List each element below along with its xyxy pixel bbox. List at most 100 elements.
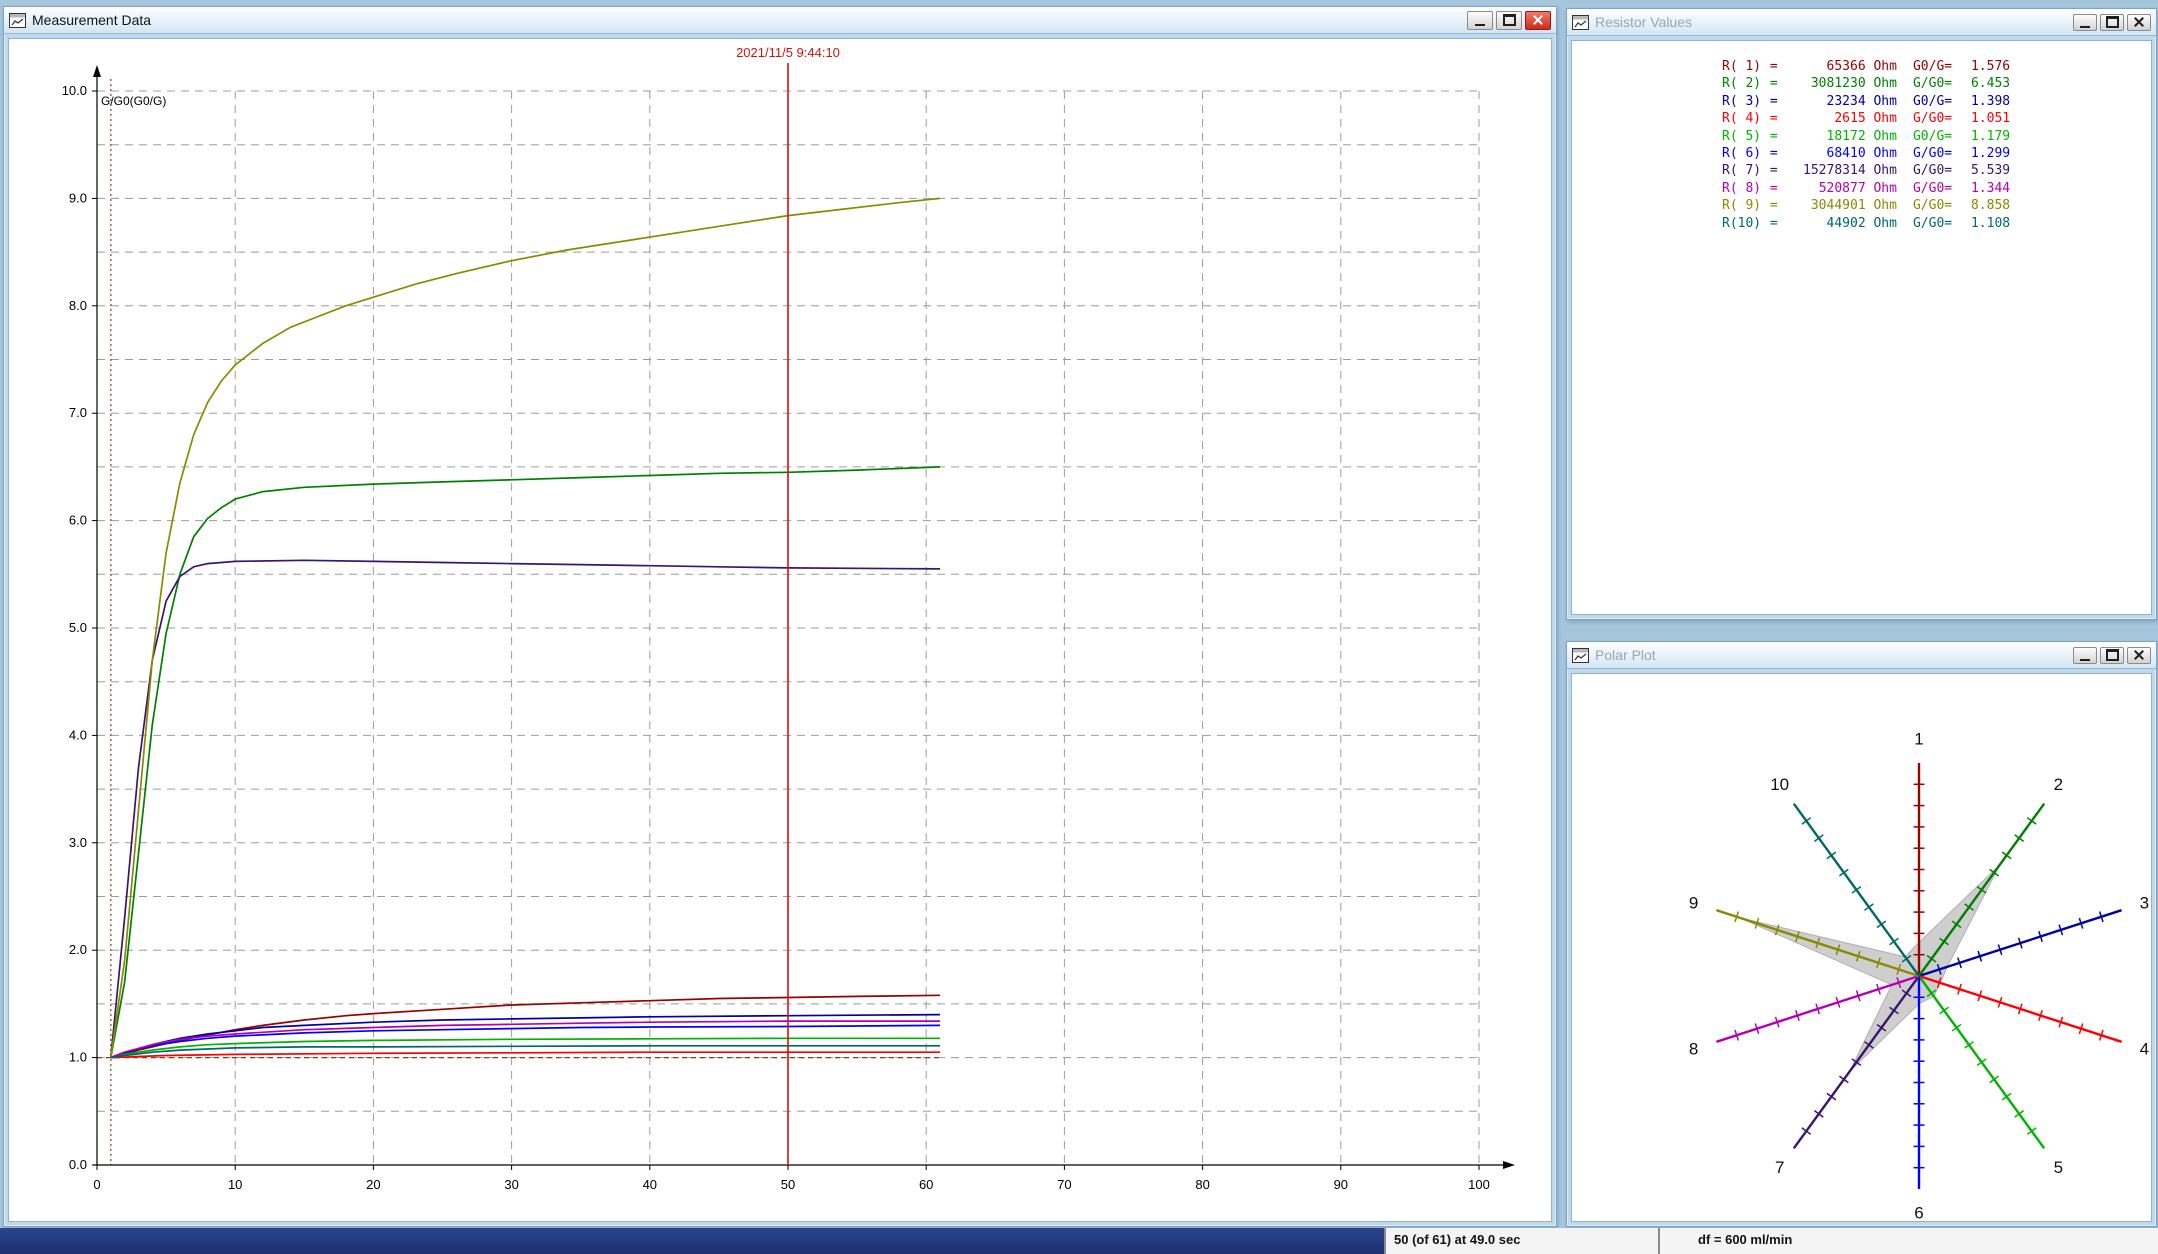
tick-labels: 01020304050607080901000.01.02.03.04.05.0… <box>62 83 1490 1192</box>
svg-text:4.0: 4.0 <box>69 727 87 742</box>
window-icon <box>1572 648 1589 663</box>
status-flow-panel: df = 600 ml/min <box>1658 1228 2158 1254</box>
polar-titlebar[interactable]: Polar Plot <box>1567 642 2156 669</box>
status-filler <box>0 1228 1384 1254</box>
resistor-row: R( 3) =23234 OhmG0/G=1.398 <box>1722 93 2151 110</box>
polar-axis-label: 5 <box>2054 1158 2063 1177</box>
resistor-name: R( 3) <box>1722 93 1762 110</box>
svg-text:40: 40 <box>643 1177 657 1192</box>
polar-chart-svg: 12345678910 <box>1572 674 2149 1220</box>
time-cursor-label: 2021/11/5 9:44:10 <box>736 45 840 60</box>
close-icon <box>1532 14 1544 26</box>
ratio-label: G/G0= <box>1913 145 1952 162</box>
close-icon <box>2133 16 2145 28</box>
svg-text:7.0: 7.0 <box>69 405 87 420</box>
minimize-button[interactable] <box>2073 647 2097 664</box>
ratio-label: G/G0= <box>1913 215 1952 232</box>
resistor-row: R( 6) =68410 OhmG/G0=1.299 <box>1722 145 2151 162</box>
polar-axis-label: 6 <box>1914 1204 1923 1221</box>
ratio-value: 1.576 <box>1952 58 2010 75</box>
resistance-unit: Ohm <box>1866 58 1897 75</box>
ratio-value: 1.398 <box>1952 93 2010 110</box>
window-title: Measurement Data <box>32 12 1461 28</box>
window-controls <box>2073 647 2151 664</box>
curve-R4 <box>111 1052 940 1057</box>
resistor-name: R( 4) <box>1722 110 1762 127</box>
polar-axis-label: 4 <box>2140 1040 2149 1059</box>
resistor-titlebar[interactable]: Resistor Values <box>1567 9 2156 36</box>
measurement-plot[interactable]: 01020304050607080901000.01.02.03.04.05.0… <box>8 38 1552 1222</box>
svg-text:3.0: 3.0 <box>69 835 87 850</box>
ratio-label: G0/G= <box>1913 128 1952 145</box>
resistance-value: 520877 <box>1778 180 1866 197</box>
minimize-icon <box>2080 659 2090 661</box>
ratio-label: G/G0= <box>1913 75 1952 92</box>
measurement-data-window: Measurement Data 01020304050607080901000… <box>3 6 1557 1227</box>
ratio-label: G/G0= <box>1913 162 1952 179</box>
svg-text:8.0: 8.0 <box>69 298 87 313</box>
svg-text:1.0: 1.0 <box>69 1050 87 1065</box>
svg-text:0: 0 <box>93 1177 100 1192</box>
resistance-value: 65366 <box>1778 58 1866 75</box>
resistor-row: R( 2) =3081230 OhmG/G0=6.453 <box>1722 75 2151 92</box>
resistor-name: R( 9) <box>1722 197 1762 214</box>
resistor-row: R(10) =44902 OhmG/G0=1.108 <box>1722 215 2151 232</box>
ratio-value: 1.344 <box>1952 180 2010 197</box>
close-button[interactable] <box>2127 14 2151 31</box>
y-axis-arrow <box>93 65 101 77</box>
ratio-value: 1.051 <box>1952 110 2010 127</box>
svg-text:0.0: 0.0 <box>69 1157 87 1172</box>
polar-axis-6: 6 <box>1914 976 1925 1220</box>
y-axis-caption: G/G0(G0/G) <box>101 94 166 108</box>
measurement-titlebar[interactable]: Measurement Data <box>4 7 1556 34</box>
resistor-name: R( 8) <box>1722 180 1762 197</box>
window-controls <box>2073 14 2151 31</box>
maximize-button[interactable] <box>2100 14 2124 31</box>
ratio-label: G/G0= <box>1913 110 1952 127</box>
resistance-unit: Ohm <box>1866 197 1897 214</box>
ratio-label: G/G0= <box>1913 197 1952 214</box>
resistance-unit: Ohm <box>1866 128 1897 145</box>
svg-text:5.0: 5.0 <box>69 620 87 635</box>
resistance-value: 68410 <box>1778 145 1866 162</box>
svg-text:100: 100 <box>1468 1177 1490 1192</box>
resistance-value: 15278314 <box>1778 162 1866 179</box>
resistor-name: R( 6) <box>1722 145 1762 162</box>
close-button[interactable] <box>2127 647 2151 664</box>
resistance-value: 2615 <box>1778 110 1866 127</box>
window-icon <box>9 13 26 28</box>
x-axis-arrow <box>1503 1161 1515 1169</box>
resistance-unit: Ohm <box>1866 162 1897 179</box>
resistance-value: 3081230 <box>1778 75 1866 92</box>
svg-text:80: 80 <box>1195 1177 1209 1192</box>
minimize-icon <box>1475 24 1485 26</box>
svg-text:9.0: 9.0 <box>69 190 87 205</box>
maximize-button[interactable] <box>1496 11 1522 30</box>
resistor-name: R( 5) <box>1722 128 1762 145</box>
close-button[interactable] <box>1525 11 1551 30</box>
window-icon <box>1572 15 1589 30</box>
resistance-unit: Ohm <box>1866 75 1897 92</box>
svg-text:70: 70 <box>1057 1177 1071 1192</box>
ratio-label: G0/G= <box>1913 93 1952 110</box>
ratio-value: 1.108 <box>1952 215 2010 232</box>
resistor-row: R( 8) =520877 OhmG/G0=1.344 <box>1722 180 2151 197</box>
svg-text:30: 30 <box>504 1177 518 1192</box>
status-bar: 50 (of 61) at 49.0 sec df = 600 ml/min <box>0 1228 2158 1254</box>
polar-axis-label: 3 <box>2140 893 2149 912</box>
resistor-list: R( 1) =65366 OhmG0/G=1.576R( 2) =3081230… <box>1571 40 2152 615</box>
close-icon <box>2133 649 2145 661</box>
minimize-button[interactable] <box>2073 14 2097 31</box>
svg-text:10: 10 <box>228 1177 242 1192</box>
polar-axis-label: 10 <box>1770 775 1789 794</box>
equals-sign: = <box>1762 197 1778 214</box>
svg-text:20: 20 <box>366 1177 380 1192</box>
window-controls <box>1467 11 1551 30</box>
polar-axis-label: 7 <box>1775 1158 1784 1177</box>
resistor-name: R( 1) <box>1722 58 1762 75</box>
resistance-value: 18172 <box>1778 128 1866 145</box>
ratio-label: G/G0= <box>1913 180 1952 197</box>
minimize-button[interactable] <box>1467 11 1493 30</box>
resistance-unit: Ohm <box>1866 215 1897 232</box>
maximize-button[interactable] <box>2100 647 2124 664</box>
